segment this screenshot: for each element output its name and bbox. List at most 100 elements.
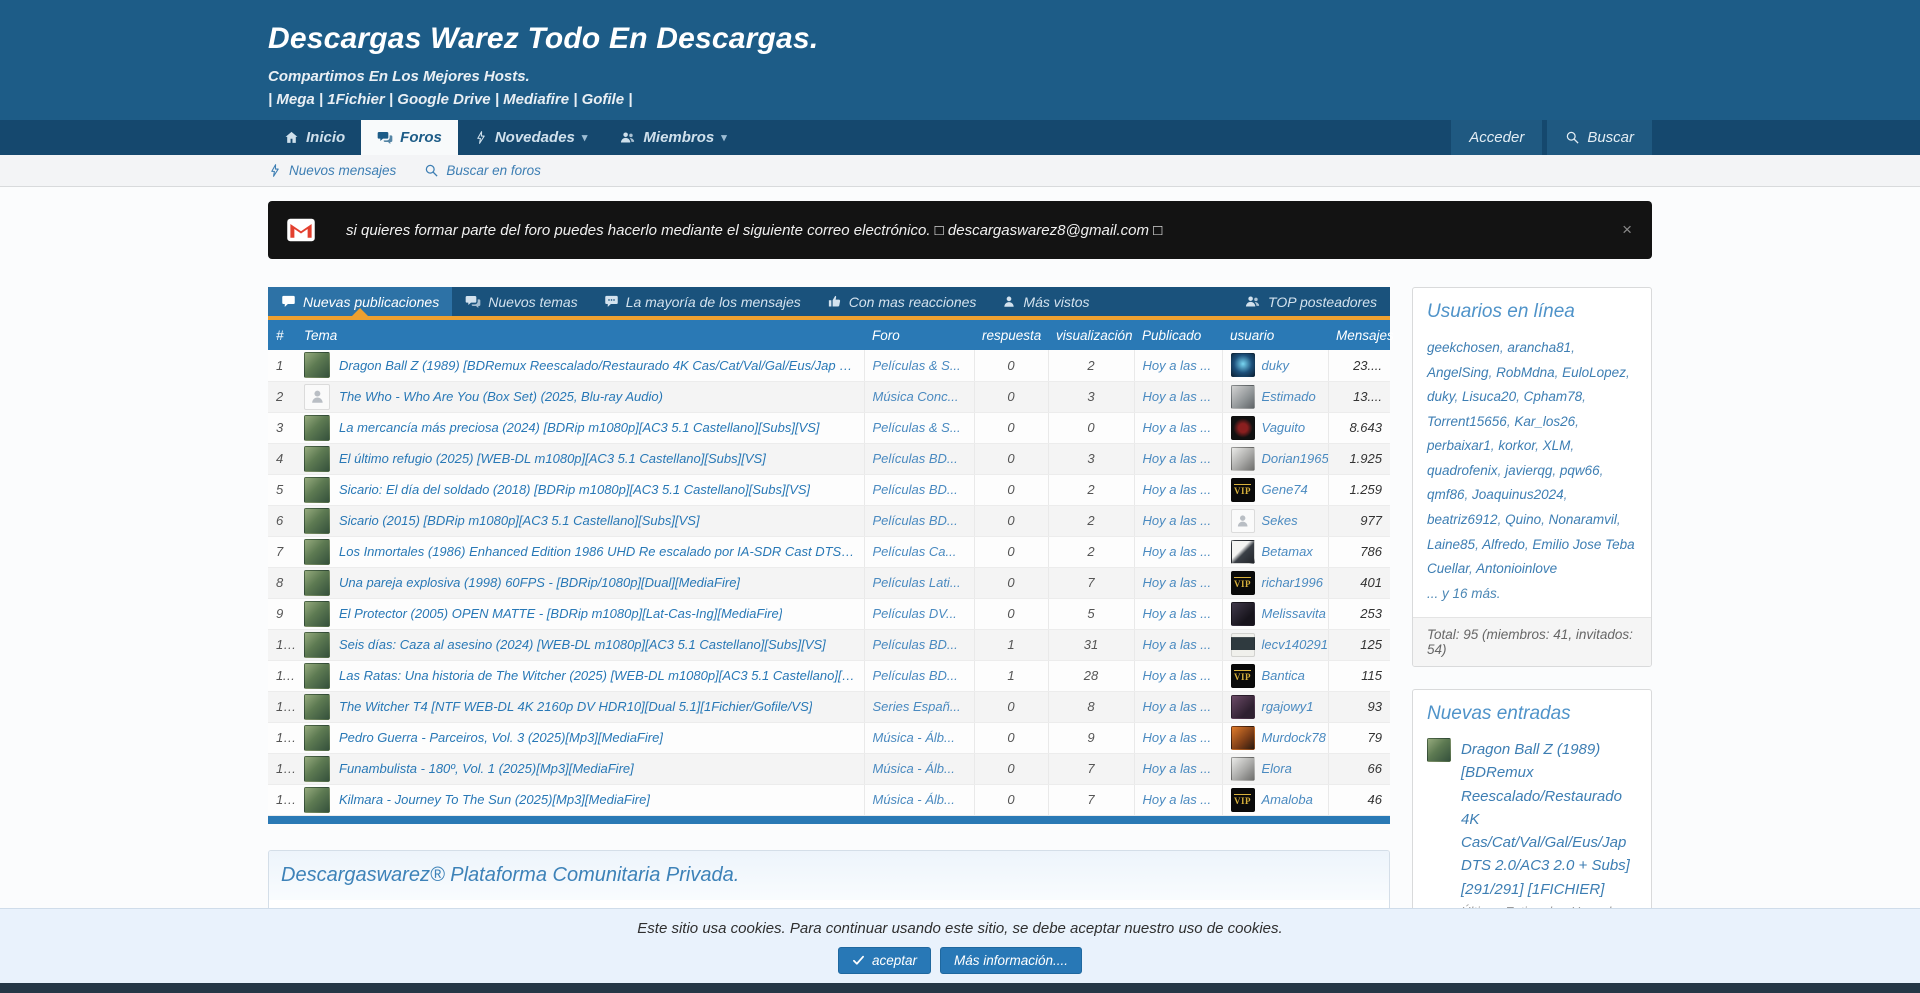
forum-link[interactable]: Series Españ... xyxy=(873,699,961,714)
online-user-link[interactable]: Nonaramvil xyxy=(1549,512,1617,527)
thread-title-link[interactable]: Pedro Guerra - Parceiros, Vol. 3 (2025)[… xyxy=(339,730,663,745)
username-link[interactable]: richar1996 xyxy=(1262,575,1323,590)
online-user-link[interactable]: duky xyxy=(1427,389,1455,404)
online-user-link[interactable]: qmf86 xyxy=(1427,487,1465,502)
thread-title-link[interactable]: Las Ratas: Una historia de The Witcher (… xyxy=(339,668,856,683)
online-user-link[interactable]: Kar_los26 xyxy=(1514,414,1575,429)
forum-link[interactable]: Películas BD... xyxy=(873,637,958,652)
tab-nuevos-temas[interactable]: Nuevos temas xyxy=(452,287,590,316)
login-button[interactable]: Acceder xyxy=(1451,120,1542,155)
online-user-link[interactable]: RobMdna xyxy=(1496,365,1555,380)
thread-title-link[interactable]: The Who - Who Are You (Box Set) (2025, B… xyxy=(339,389,663,404)
published-link[interactable]: Hoy a las ... xyxy=(1143,575,1212,590)
forum-link[interactable]: Música - Álb... xyxy=(873,761,955,776)
online-user-link[interactable]: pqw66 xyxy=(1560,463,1600,478)
published-link[interactable]: Hoy a las ... xyxy=(1143,792,1212,807)
accept-cookies-button[interactable]: aceptar xyxy=(838,947,931,974)
forum-link[interactable]: Películas & S... xyxy=(873,358,961,373)
username-link[interactable]: Amaloba xyxy=(1262,792,1313,807)
published-link[interactable]: Hoy a las ... xyxy=(1143,730,1212,745)
username-link[interactable]: Melissavita xyxy=(1262,606,1326,621)
online-user-link[interactable]: perbaixar1 xyxy=(1427,438,1491,453)
published-link[interactable]: Hoy a las ... xyxy=(1143,358,1212,373)
more-info-button[interactable]: Más información.... xyxy=(940,947,1082,974)
published-link[interactable]: Hoy a las ... xyxy=(1143,544,1212,559)
online-user-link[interactable]: Torrent15656 xyxy=(1427,414,1507,429)
forum-link[interactable]: Películas Ca... xyxy=(873,544,957,559)
username-link[interactable]: Vaguito xyxy=(1262,420,1306,435)
thread-title-link[interactable]: Sicario: El día del soldado (2018) [BDRi… xyxy=(339,482,810,497)
username-link[interactable]: Dorian1965 xyxy=(1262,451,1329,466)
nav-tab-miembros[interactable]: Miembros▾ xyxy=(603,120,742,155)
forum-link[interactable]: Música - Álb... xyxy=(873,792,955,807)
online-user-link[interactable]: XLM xyxy=(1543,438,1571,453)
tab-nuevas-publicaciones[interactable]: Nuevas publicaciones xyxy=(268,287,452,316)
thread-title-link[interactable]: Sicario (2015) [BDRip m1080p][AC3 5.1 Ca… xyxy=(339,513,700,528)
username-link[interactable]: Gene74 xyxy=(1262,482,1308,497)
nav-tab-novedades[interactable]: Novedades▾ xyxy=(458,120,604,155)
forum-link[interactable]: Películas BD... xyxy=(873,451,958,466)
online-user-link[interactable]: korkor xyxy=(1498,438,1535,453)
online-user-link[interactable]: EuloLopez xyxy=(1562,365,1626,380)
published-link[interactable]: Hoy a las ... xyxy=(1143,389,1212,404)
search-button[interactable]: Buscar xyxy=(1547,120,1652,155)
thread-title-link[interactable]: Kilmara - Journey To The Sun (2025)[Mp3]… xyxy=(339,792,650,807)
search-forums-link[interactable]: Buscar en foros xyxy=(424,163,541,178)
online-user-link[interactable]: javierqg xyxy=(1505,463,1552,478)
online-user-link[interactable]: quadrofenix xyxy=(1427,463,1498,478)
published-link[interactable]: Hoy a las ... xyxy=(1143,761,1212,776)
online-user-link[interactable]: Quino xyxy=(1505,512,1541,527)
nav-tab-inicio[interactable]: Inicio xyxy=(268,120,361,155)
entry-title-link[interactable]: Dragon Ball Z (1989) [BDRemux Reescalado… xyxy=(1461,738,1637,901)
tab-top-posteadores[interactable]: TOP posteadores xyxy=(1231,287,1390,316)
online-user-link[interactable]: Lisuca20 xyxy=(1462,389,1516,404)
published-link[interactable]: Hoy a las ... xyxy=(1143,668,1212,683)
forum-link[interactable]: Películas Lati... xyxy=(873,575,961,590)
online-user-link[interactable]: Antonioinlove xyxy=(1476,561,1557,576)
username-link[interactable]: Bantica xyxy=(1262,668,1305,683)
username-link[interactable]: rgajowy1 xyxy=(1262,699,1314,714)
published-link[interactable]: Hoy a las ... xyxy=(1143,420,1212,435)
thread-title-link[interactable]: Funambulista - 180º, Vol. 1 (2025)[Mp3][… xyxy=(339,761,634,776)
online-user-link[interactable]: geekchosen xyxy=(1427,340,1500,355)
online-user-link[interactable]: Joaquinus2024 xyxy=(1472,487,1564,502)
thread-title-link[interactable]: El Protector (2005) OPEN MATTE - [BDRip … xyxy=(339,606,782,621)
nav-tab-foros[interactable]: Foros xyxy=(361,120,458,155)
forum-link[interactable]: Películas DV... xyxy=(873,606,957,621)
username-link[interactable]: Murdock78 xyxy=(1262,730,1326,745)
online-user-link[interactable]: beatriz6912 xyxy=(1427,512,1498,527)
published-link[interactable]: Hoy a las ... xyxy=(1143,482,1212,497)
online-user-link[interactable]: AngelSing xyxy=(1427,365,1489,380)
online-user-link[interactable]: Alfredo xyxy=(1482,537,1525,552)
thread-title-link[interactable]: El último refugio (2025) [WEB-DL m1080p]… xyxy=(339,451,766,466)
thread-title-link[interactable]: Seis días: Caza al asesino (2024) [WEB-D… xyxy=(339,637,826,652)
online-user-link[interactable]: Laine85 xyxy=(1427,537,1475,552)
thread-title-link[interactable]: Una pareja explosiva (1998) 60FPS - [BDR… xyxy=(339,575,740,590)
forum-link[interactable]: Películas BD... xyxy=(873,513,958,528)
published-link[interactable]: Hoy a las ... xyxy=(1143,606,1212,621)
forum-link[interactable]: Música Conc... xyxy=(873,389,959,404)
forum-link[interactable]: Música - Álb... xyxy=(873,730,955,745)
thread-title-link[interactable]: Los Inmortales (1986) Enhanced Edition 1… xyxy=(339,544,856,559)
published-link[interactable]: Hoy a las ... xyxy=(1143,699,1212,714)
published-link[interactable]: Hoy a las ... xyxy=(1143,513,1212,528)
username-link[interactable]: duky xyxy=(1262,358,1289,373)
new-messages-link[interactable]: Nuevos mensajes xyxy=(268,163,396,178)
thread-title-link[interactable]: The Witcher T4 [NTF WEB-DL 4K 2160p DV H… xyxy=(339,699,812,714)
thread-title-link[interactable]: Dragon Ball Z (1989) [BDRemux Reescalado… xyxy=(339,358,856,373)
online-user-link[interactable]: Cpham78 xyxy=(1524,389,1583,404)
forum-link[interactable]: Películas BD... xyxy=(873,482,958,497)
published-link[interactable]: Hoy a las ... xyxy=(1143,451,1212,466)
published-link[interactable]: Hoy a las ... xyxy=(1143,637,1212,652)
forum-link[interactable]: Películas BD... xyxy=(873,668,958,683)
tab-con-mas-reacciones[interactable]: Con mas reacciones xyxy=(814,287,990,316)
username-link[interactable]: Elora xyxy=(1262,761,1292,776)
forum-link[interactable]: Películas & S... xyxy=(873,420,961,435)
username-link[interactable]: Sekes xyxy=(1262,513,1298,528)
username-link[interactable]: Estimado xyxy=(1262,389,1316,404)
username-link[interactable]: Betamax xyxy=(1262,544,1313,559)
username-link[interactable]: lecv140291 xyxy=(1262,637,1329,652)
tab-m-s-vistos[interactable]: Más vistos xyxy=(989,287,1102,316)
online-user-link[interactable]: arancha81 xyxy=(1507,340,1571,355)
close-icon[interactable]: × xyxy=(1618,220,1636,240)
